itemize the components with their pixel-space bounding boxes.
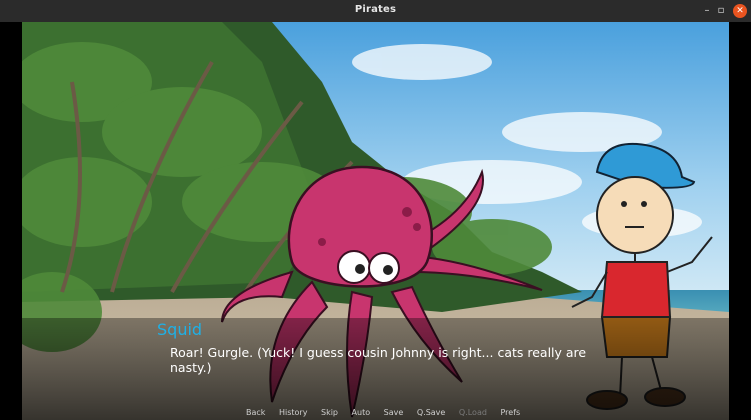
quick-menu-auto[interactable]: Auto [352, 408, 371, 417]
minimize-button[interactable]: – [700, 4, 714, 18]
left-letterbox [0, 22, 22, 420]
speaker-name: Squid [157, 320, 203, 339]
window-title: Pirates [354, 4, 397, 15]
quick-menu-prefs[interactable]: Prefs [500, 408, 520, 417]
quick-menu-save[interactable]: Save [384, 408, 404, 417]
quick-menu-qload: Q.Load [458, 408, 487, 417]
quick-menu-back[interactable]: Back [246, 408, 265, 417]
quick-menu-qsave[interactable]: Q.Save [417, 408, 445, 417]
close-button[interactable]: ✕ [733, 4, 747, 18]
window-titlebar: Pirates – ▫ ✕ [0, 0, 751, 23]
maximize-button[interactable]: ▫ [714, 4, 728, 18]
dialogue-text: Roar! Gurgle. (Yuck! I guess cousin John… [170, 345, 587, 375]
right-letterbox [729, 22, 751, 420]
quick-menu-history[interactable]: History [279, 408, 307, 417]
quick-menu: Back History Skip Auto Save Q.Save Q.Loa… [246, 408, 531, 420]
quick-menu-skip[interactable]: Skip [321, 408, 338, 417]
